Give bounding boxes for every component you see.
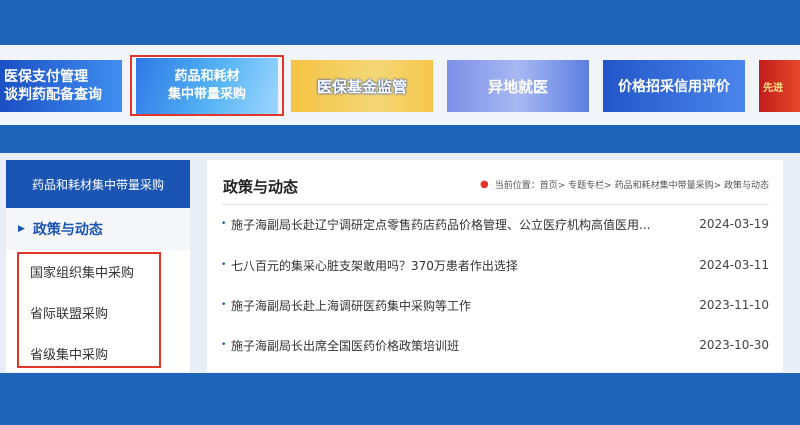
location-pin-icon: ● xyxy=(480,179,489,190)
banner-line: 先进 xyxy=(763,82,783,94)
banner-line: 价格招采信用评价 xyxy=(618,79,730,95)
banner-advanced[interactable]: 先进 xyxy=(759,60,800,112)
sidebar-header: 药品和耗材集中带量采购 xyxy=(6,160,190,208)
news-title: 施子海副局长赴辽宁调研定点零售药店药品价格管理、公立医疗机构高值医用... xyxy=(231,217,651,232)
highlight-frame-banner xyxy=(130,55,284,116)
banner-credit-evaluation[interactable]: 价格招采信用评价 xyxy=(603,60,745,112)
banner-line: 医保支付管理 xyxy=(4,69,88,85)
sidebar-item-label: 政策与动态 xyxy=(32,222,103,238)
bullet-icon: • xyxy=(221,219,227,229)
bullet-icon: • xyxy=(221,340,227,350)
banner-fund-supervision[interactable]: 医保基金监管 xyxy=(291,60,433,112)
divider xyxy=(221,204,769,205)
banner-line: 异地就医 xyxy=(487,77,548,96)
news-date: 2024-03-19 xyxy=(699,217,769,231)
news-title: 施子海副局长出席全国医药价格政策培训班 xyxy=(231,338,460,353)
triangle-right-icon: ▶ xyxy=(18,224,25,234)
banner-remote-medical[interactable]: 异地就医 xyxy=(447,60,589,112)
highlight-frame-sidebar xyxy=(17,252,161,368)
news-date: 2023-11-10 xyxy=(699,298,769,312)
news-date: 2024-03-11 xyxy=(699,258,769,272)
news-item[interactable]: • 施子海副局长赴上海调研医药集中采购等工作 2023-11-10 xyxy=(221,295,769,315)
news-item[interactable]: • 施子海副局长出席全国医药价格政策培训班 2023-10-30 xyxy=(221,335,769,355)
banner-line: 医保基金监管 xyxy=(316,77,407,96)
bullet-icon: • xyxy=(221,260,227,270)
topic-banner-strip: 医保支付管理 谈判药配备查询 药品和耗材 集中带量采购 医保基金监管 异地就医 价格… xyxy=(0,45,800,125)
banner-medical-payment[interactable]: 医保支付管理 谈判药配备查询 xyxy=(0,60,122,112)
breadcrumb-text: 当前位置：首页> 专题专栏> 药品和耗材集中带量采购> 政策与动态 xyxy=(494,181,769,191)
banner-line: 谈判药配备查询 xyxy=(4,87,102,103)
page-title: 政策与动态 xyxy=(223,178,299,196)
news-item[interactable]: • 施子海副局长赴辽宁调研定点零售药店药品价格管理、公立医疗机构高值医用... … xyxy=(221,214,769,234)
content-panel: 政策与动态 ● 当前位置：首页> 专题专栏> 药品和耗材集中带量采购> 政策与动… xyxy=(207,160,783,372)
bullet-icon: • xyxy=(221,300,227,310)
sidebar-item-policy[interactable]: ▶ 政策与动态 xyxy=(6,208,190,250)
news-title: 施子海副局长赴上海调研医药集中采购等工作 xyxy=(231,298,472,313)
news-date: 2023-10-30 xyxy=(699,338,769,352)
breadcrumb: ● 当前位置：首页> 专题专栏> 药品和耗材集中带量采购> 政策与动态 xyxy=(480,178,769,191)
news-title: 七八百元的集采心脏支架敢用吗？370万患者作出选择 xyxy=(231,258,518,273)
news-item[interactable]: • 七八百元的集采心脏支架敢用吗？370万患者作出选择 2024-03-11 xyxy=(221,255,769,275)
